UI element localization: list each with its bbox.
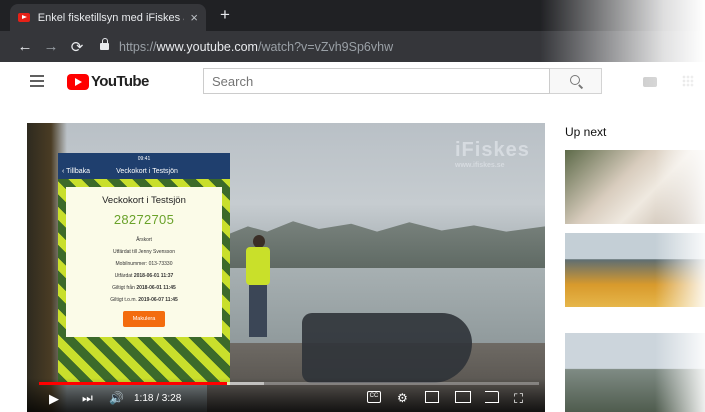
ifiskes-watermark: iFiskes www.ifiskes.se [455,139,530,169]
theater-mode-icon[interactable] [455,391,471,403]
url-prefix: https:// [119,39,157,54]
browser-tab[interactable]: Enkel fisketillsyn med iFiskes app × [10,4,206,31]
header-fade-overlay [540,0,705,62]
permit-line-0: Årskort [136,237,152,243]
settings-gear-icon[interactable]: ⚙ [397,391,408,405]
phone-status-bar: 09:41 [58,153,230,164]
tab-title: Enkel fisketillsyn med iFiskes app [37,11,185,24]
phone-status-time: 09:41 [137,155,151,162]
permit-card-title: Veckokort i Testsjön [102,195,186,206]
watermark-sub: www.ifiskes.se [455,162,505,169]
phone-screen-title: Veckokort i Testsjön [116,168,178,175]
reload-icon[interactable]: ⟳ [64,38,90,56]
youtube-logo-text: YouTube [91,73,149,90]
cast-icon[interactable] [485,391,499,403]
url-path: /watch?v=vZvh9Sp6vhw [257,39,394,54]
phone-back-label: ‹ Tillbaka [62,168,91,175]
search-input[interactable] [203,68,550,94]
video-player[interactable]: iFiskes www.ifiskes.se 09:41 ‹ Tillbaka … [27,123,545,412]
time-display: 1:18 / 3:28 [134,393,182,404]
volume-icon[interactable]: 🔊 [109,391,124,405]
hamburger-menu-icon[interactable] [30,75,44,87]
makulera-button: Makulera [122,311,166,327]
youtube-logo[interactable]: YouTube [67,73,149,90]
next-icon[interactable]: ⏭ [82,391,93,406]
up-next-sidebar: Up next [565,123,705,412]
played-bar [39,382,227,385]
permit-line-5: Giltigt t.o.m. 2019-06-07 11:45 [110,297,178,303]
url-host: www.youtube.com [156,39,258,54]
up-next-heading: Up next [565,125,607,139]
fullscreen-icon[interactable]: ⛶ [514,391,523,407]
watermark-text: iFiskes [455,139,530,161]
video-frame-boat [302,313,472,383]
search-icon [570,75,580,85]
miniplayer-icon[interactable] [425,391,439,403]
subtitles-icon[interactable]: CC [367,391,381,403]
phone-overlay: 09:41 ‹ Tillbaka Veckokort i Testsjön Ve… [58,153,230,385]
permit-line-1: Utfärdat till Jenny Svensson [113,249,175,255]
youtube-favicon-icon [18,13,30,22]
youtube-play-logo-icon [67,73,89,90]
permit-line-3: Utfärdat 2018-06-01 11:37 [114,273,174,279]
fishing-permit-card: Veckokort i Testsjön 28272705 Årskort Ut… [66,187,222,337]
play-icon[interactable]: ▶ [49,391,59,407]
sidebar-fade-overlay [655,123,705,412]
video-frame-inspector [243,235,273,343]
permit-number: 28272705 [113,212,175,227]
forward-arrow-icon[interactable]: → [38,38,64,55]
back-arrow-icon[interactable]: ← [12,38,38,55]
permit-line-2: Mobilnummer: 013-73330 [115,261,173,267]
search-button[interactable] [550,68,602,94]
permit-line-4: Giltigt från 2018-06-01 11:45 [112,285,176,291]
tab-close-icon[interactable]: × [190,10,198,25]
header-right-fade [600,62,705,102]
progress-bar[interactable] [39,382,539,385]
lock-icon [100,38,109,50]
new-tab-button[interactable]: + [220,5,230,25]
phone-nav-bar: ‹ Tillbaka Veckokort i Testsjön [58,164,230,179]
url-field[interactable]: https:// www.youtube.com /watch?v=vZvh9S… [100,36,393,57]
